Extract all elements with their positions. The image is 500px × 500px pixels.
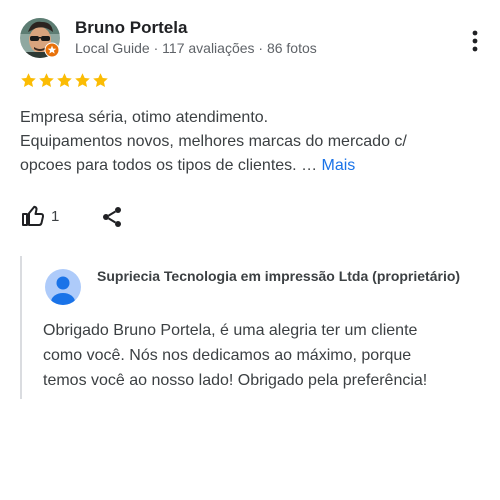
reviewer-meta: Local Guide · 117 avaliações · 86 fotos — [75, 40, 317, 56]
star-icon — [21, 73, 36, 88]
like-button[interactable] — [21, 204, 45, 228]
owner-reply-text: Obrigado Bruno Portela, é uma alegria te… — [43, 318, 483, 393]
review-text-line: Equipamentos novos, melhores marcas do m… — [20, 133, 407, 150]
reply-text-line: Obrigado Bruno Portela, é uma alegria te… — [43, 322, 418, 339]
like-count: 1 — [51, 208, 60, 225]
star-rating — [20, 72, 109, 90]
more-vert-icon[interactable] — [468, 28, 482, 54]
star-icon — [75, 73, 90, 88]
share-button[interactable] — [100, 205, 124, 229]
share-icon — [103, 207, 121, 227]
reply-text-line: temos você ao nosso lado! Obrigado pela … — [43, 372, 428, 389]
review-text-line: opcoes para todos os tipos de clientes. … — [20, 154, 480, 178]
review-text-fragment: opcoes para todos os tipos de clientes. … — [20, 157, 322, 174]
star-icon — [57, 73, 72, 88]
reply-text-line: como você. Nós nos dedicamos ao máximo, … — [43, 347, 412, 364]
thumb-up-icon — [22, 205, 45, 226]
default-avatar-icon — [45, 269, 81, 305]
review-text: Empresa séria, otimo atendimento. Equipa… — [20, 106, 480, 178]
more-link[interactable]: Mais — [322, 157, 356, 174]
review-text-line: Empresa séria, otimo atendimento. — [20, 109, 269, 126]
local-guide-badge-icon — [44, 42, 60, 58]
reply-divider — [20, 256, 22, 399]
star-icon — [39, 73, 54, 88]
star-icon — [93, 73, 108, 88]
owner-avatar — [43, 267, 83, 307]
owner-name: Supriecia Tecnologia em impressão Ltda (… — [97, 268, 461, 284]
reviewer-name[interactable]: Bruno Portela — [75, 18, 187, 38]
